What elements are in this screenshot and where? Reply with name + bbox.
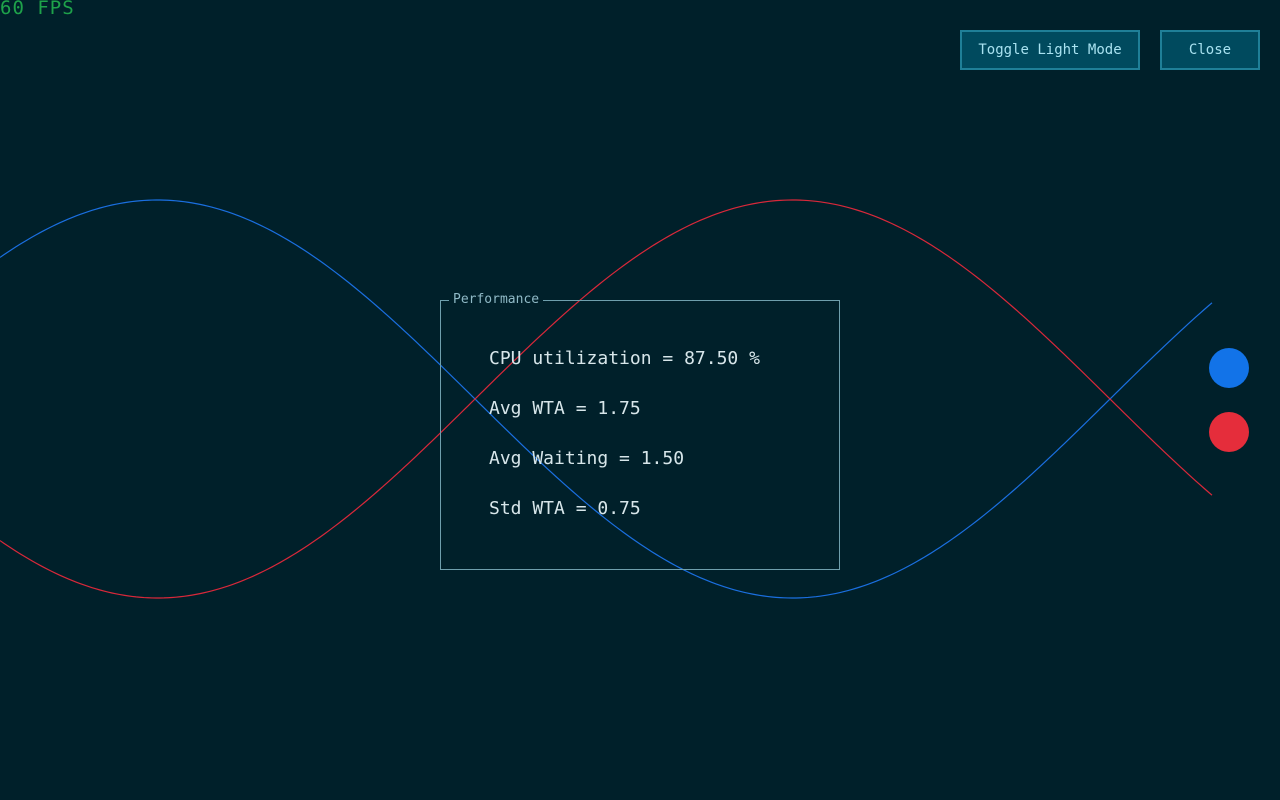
- red-dot: [1209, 412, 1249, 452]
- toggle-light-mode-button[interactable]: Toggle Light Mode: [960, 30, 1140, 70]
- performance-panel: Performance CPU utilization = 87.50 % Av…: [440, 292, 840, 570]
- fps-counter: 60 FPS: [0, 0, 75, 19]
- blue-dot: [1209, 348, 1249, 388]
- cpu-utilization-text: CPU utilization = 87.50 %: [489, 348, 760, 369]
- std-wta-text: Std WTA = 0.75: [489, 498, 641, 519]
- avg-wta-text: Avg WTA = 1.75: [489, 398, 641, 419]
- app-window: 60 FPS Toggle Light Mode Close Performan…: [0, 0, 1280, 800]
- close-button[interactable]: Close: [1160, 30, 1260, 70]
- panel-title: Performance: [449, 292, 544, 308]
- avg-waiting-text: Avg Waiting = 1.50: [489, 448, 685, 469]
